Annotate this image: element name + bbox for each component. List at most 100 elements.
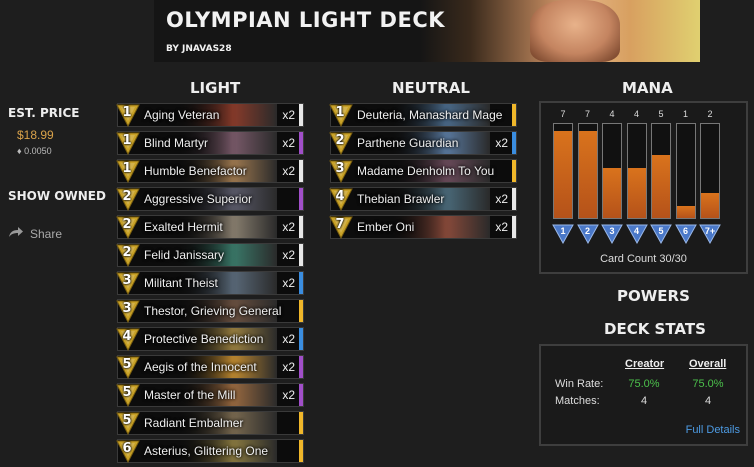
share-button[interactable]: Share: [8, 226, 62, 241]
card-row[interactable]: 5 Master of the Mill x2: [116, 383, 304, 407]
card-row[interactable]: 7 Ember Oni x2: [329, 215, 517, 239]
mana-bar-count: 7: [584, 109, 590, 119]
card-cost: 3: [335, 161, 345, 176]
deck-stats-title: DECK STATS: [604, 320, 706, 338]
deck-title: OLYMPIAN LIGHT DECK: [166, 8, 446, 32]
mana-bar-track: [651, 123, 671, 219]
card-cost: 2: [122, 245, 132, 260]
card-cost: 1: [122, 133, 132, 148]
card-cost: 7: [335, 217, 345, 232]
mana-bar-fill: [554, 130, 572, 218]
mana-cost-gem-icon: 1: [116, 131, 140, 155]
mana-bar-track: [553, 123, 573, 219]
mana-bar: 44: [625, 109, 648, 244]
mana-bar: 43: [601, 109, 623, 244]
card-name: Felid Janissary: [144, 248, 225, 262]
rarity-bar: [299, 104, 303, 126]
rarity-bar: [299, 244, 303, 266]
card-row[interactable]: 5 Aegis of the Innocent x2: [116, 355, 304, 379]
card-count: x2: [282, 164, 295, 178]
overall-header: Overall: [689, 358, 727, 370]
card-row[interactable]: 5 Radiant Embalmer: [116, 411, 304, 435]
card-row[interactable]: 2 Exalted Hermit x2: [116, 215, 304, 239]
card-cost: 5: [122, 385, 132, 400]
mana-bar: 2 7+: [699, 109, 721, 244]
card-name: Madame Denholm To You: [357, 164, 495, 178]
mana-cost-gem-icon: 5: [116, 411, 140, 435]
card-cost: 1: [335, 105, 345, 120]
mana-gem-label: 2: [584, 226, 590, 236]
mana-bar-count: 4: [609, 109, 615, 119]
mana-bar-track: [602, 123, 622, 219]
card-name: Parthene Guardian: [357, 136, 459, 150]
mana-gem-label: 1: [560, 226, 566, 236]
mana-bar-fill: [676, 205, 695, 218]
share-icon: [8, 226, 24, 241]
mana-bar-track: [626, 123, 647, 219]
est-dust-value: ♦ 0.0050: [17, 146, 52, 156]
card-name: Aging Veteran: [144, 108, 220, 122]
card-row[interactable]: 2 Felid Janissary x2: [116, 243, 304, 267]
mana-gem-icon[interactable]: 3: [601, 224, 623, 244]
card-row[interactable]: 3 Militant Theist x2: [116, 271, 304, 295]
card-row[interactable]: 2 Aggressive Superior: [116, 187, 304, 211]
card-name: Exalted Hermit: [144, 220, 223, 234]
mana-bar-count: 4: [633, 109, 639, 119]
est-price-value: $18.99: [17, 128, 54, 142]
card-row[interactable]: 3 Thestor, Grieving General: [116, 299, 304, 323]
card-name: Aegis of the Innocent: [144, 360, 257, 374]
rarity-bar: [299, 300, 303, 322]
card-row[interactable]: 4 Protective Benediction x2: [116, 327, 304, 351]
mana-gem-label: 7+: [704, 226, 716, 236]
card-name: Militant Theist: [144, 276, 218, 290]
mana-bar: 72: [576, 109, 599, 244]
card-count: x2: [495, 192, 508, 206]
mana-gem-icon[interactable]: 4: [625, 224, 648, 244]
card-cost: 4: [122, 329, 132, 344]
show-owned-toggle[interactable]: SHOW OWNED: [8, 189, 106, 203]
card-row[interactable]: 1 Deuteria, Manashard Mage: [329, 103, 517, 127]
card-row[interactable]: 1 Humble Benefactor x2: [116, 159, 304, 183]
card-row[interactable]: 2 Parthene Guardian x2: [329, 131, 517, 155]
card-row[interactable]: 1 Aging Veteran x2: [116, 103, 304, 127]
mana-gem-label: 5: [658, 226, 664, 236]
mana-cost-gem-icon: 2: [329, 131, 353, 155]
full-details-link[interactable]: Full Details: [686, 424, 740, 436]
mana-bar-track: [675, 123, 696, 219]
card-count: x2: [282, 332, 295, 346]
mana-cost-gem-icon: 6: [116, 439, 140, 463]
card-row[interactable]: 4 Thebian Brawler x2: [329, 187, 517, 211]
mana-bar-count: 5: [658, 109, 664, 119]
mana-gem-icon[interactable]: 7+: [699, 224, 721, 244]
card-cost: 6: [122, 441, 132, 456]
card-name: Aggressive Superior: [144, 192, 253, 206]
mana-bar-track: [700, 123, 720, 219]
mana-curve: Card Count 30/30 7 1 7 2 4 3 4 4 5 5 1 6 2 7+: [539, 101, 748, 274]
card-row[interactable]: 3 Madame Denholm To You: [329, 159, 517, 183]
mana-gem-icon[interactable]: 5: [650, 224, 672, 244]
light-column-title: LIGHT: [190, 79, 241, 97]
rarity-bar: [299, 132, 303, 154]
mana-gem-icon[interactable]: 6: [674, 224, 697, 244]
mana-cost-gem-icon: 4: [329, 187, 353, 211]
mana-cost-gem-icon: 3: [116, 299, 140, 323]
mana-cost-gem-icon: 2: [116, 187, 140, 211]
mana-bar: 71: [552, 109, 574, 244]
card-name: Ember Oni: [357, 220, 415, 234]
mana-cost-gem-icon: 2: [116, 215, 140, 239]
rarity-bar: [512, 216, 516, 238]
card-row[interactable]: 6 Asterius, Glittering One: [116, 439, 304, 463]
rarity-bar: [512, 104, 516, 126]
card-count: x2: [495, 220, 508, 234]
card-count: x2: [282, 136, 295, 150]
mana-gem-icon[interactable]: 1: [552, 224, 574, 244]
mana-gem-label: 3: [609, 226, 615, 236]
rarity-bar: [299, 160, 303, 182]
mana-gem-icon[interactable]: 2: [576, 224, 599, 244]
card-name: Protective Benediction: [144, 332, 264, 346]
card-row[interactable]: 1 Blind Martyr x2: [116, 131, 304, 155]
neutral-column-title: NEUTRAL: [392, 79, 470, 97]
rarity-bar: [512, 132, 516, 154]
mana-bar-track: [577, 123, 598, 219]
deck-author[interactable]: BY JNAVAS28: [166, 44, 232, 54]
